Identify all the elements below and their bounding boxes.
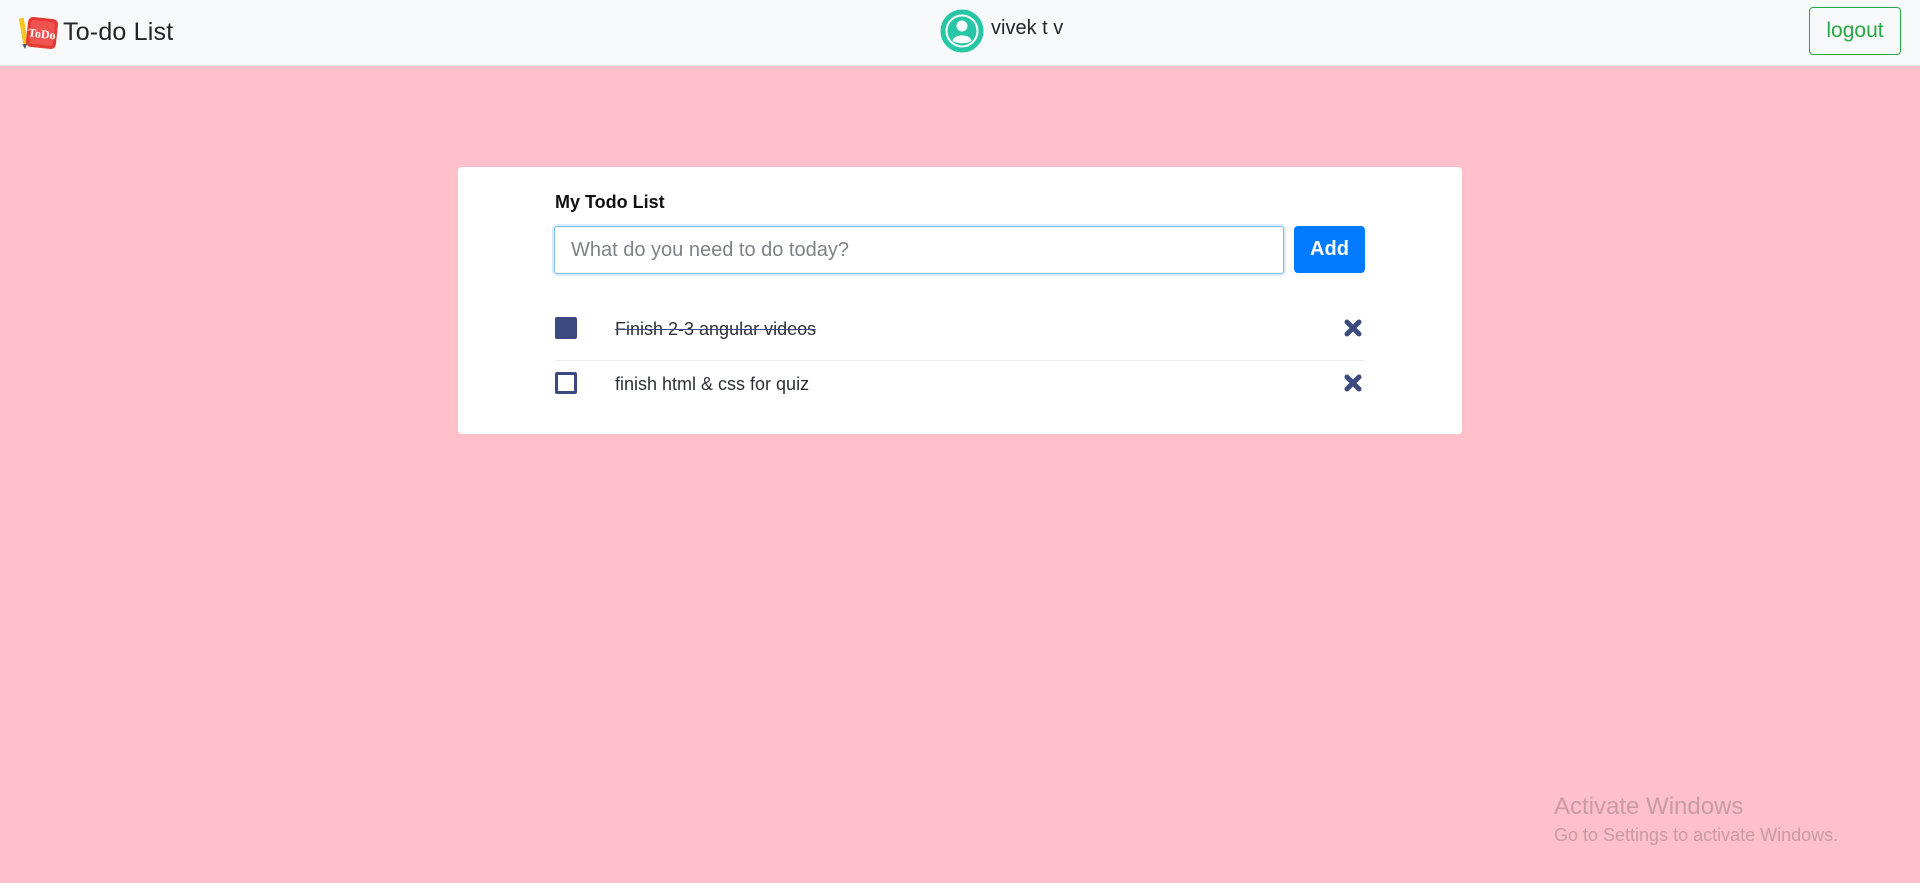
- brand-title: To-do List: [63, 17, 174, 46]
- user-name: vivek t v: [991, 16, 1064, 39]
- todo-text: Finish 2-3 angular videos: [615, 319, 817, 339]
- todo-checkbox[interactable]: [555, 317, 577, 339]
- new-todo-input[interactable]: [554, 226, 1284, 274]
- svg-text:ToDo: ToDo: [27, 26, 56, 43]
- close-x-icon[interactable]: [1343, 318, 1363, 338]
- todo-list: Finish 2-3 angular videos finish html & …: [555, 306, 1365, 414]
- card-title: My Todo List: [555, 192, 665, 212]
- todo-card: My Todo List Add Finish 2-3 angular vide…: [458, 167, 1462, 434]
- top-navbar: ToDo To-do List vivek t v logout: [0, 0, 1920, 66]
- todo-logo-icon: ToDo: [18, 17, 58, 49]
- watermark-subtitle: Go to Settings to activate Windows.: [1554, 825, 1839, 845]
- brand[interactable]: ToDo To-do List: [18, 12, 173, 52]
- user-profile[interactable]: vivek t v: [940, 9, 1063, 53]
- add-todo-button[interactable]: Add: [1294, 226, 1365, 273]
- todo-checkbox[interactable]: [555, 372, 577, 394]
- close-x-icon[interactable]: [1343, 373, 1363, 393]
- todo-text: finish html & css for quiz: [615, 374, 810, 394]
- watermark-title: Activate Windows: [1554, 793, 1744, 820]
- todo-item: Finish 2-3 angular videos: [555, 306, 1365, 360]
- todo-item: finish html & css for quiz: [555, 360, 1365, 414]
- user-avatar-icon: [940, 9, 984, 53]
- activation-watermark: Activate Windows Go to Settings to activ…: [1554, 792, 1838, 848]
- logout-button[interactable]: logout: [1809, 7, 1901, 55]
